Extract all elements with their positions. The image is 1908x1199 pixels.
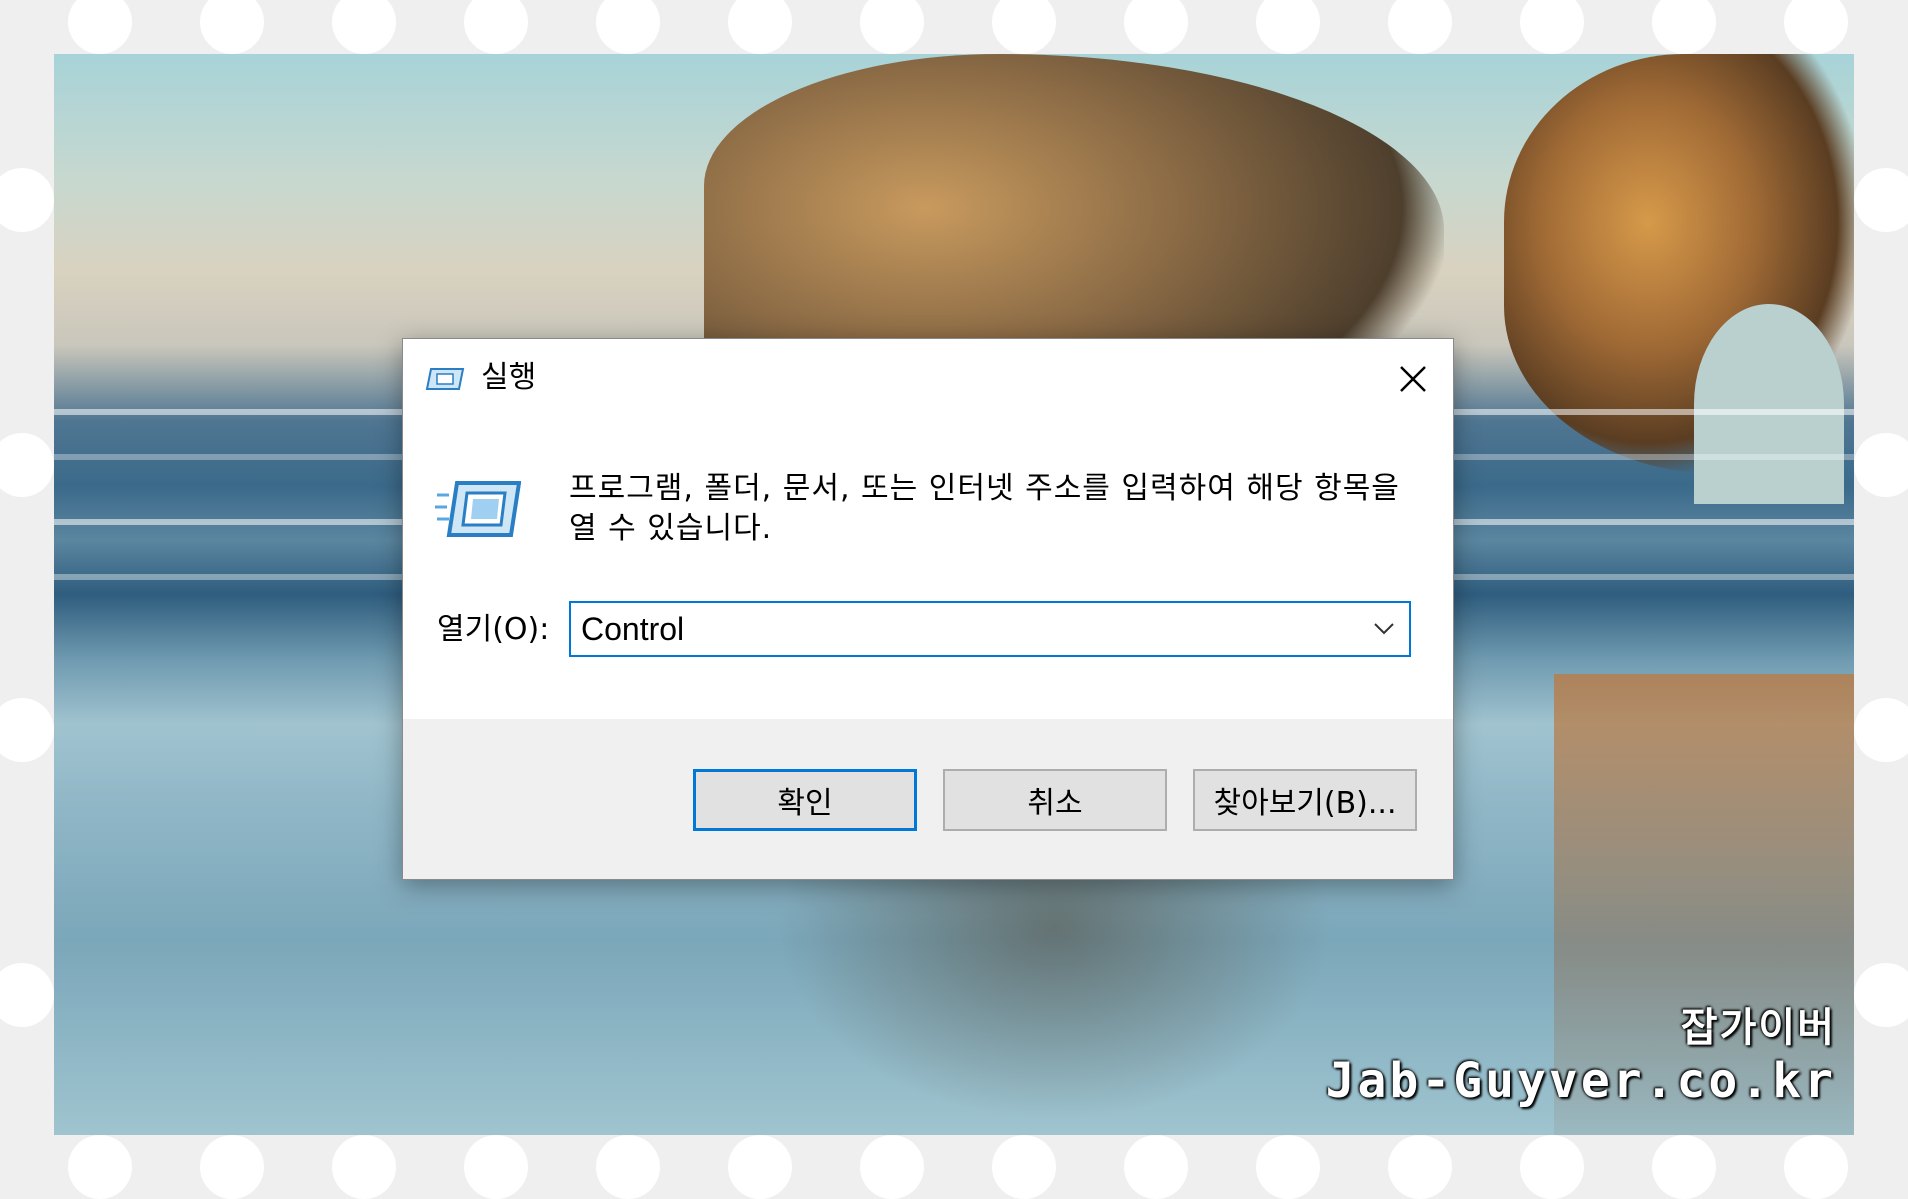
chevron-down-icon	[1374, 623, 1394, 635]
stamp-dot	[1652, 0, 1716, 54]
stamp-dot	[0, 433, 54, 497]
stamp-dot	[68, 0, 132, 54]
close-button[interactable]	[1373, 339, 1453, 419]
stamp-dot	[68, 1135, 132, 1199]
stamp-dot	[596, 1135, 660, 1199]
stamp-dot	[1854, 963, 1908, 1027]
arch-opening	[1694, 304, 1844, 504]
run-dialog: 실행 프로그램, 폴더, 문서, 또는 인터넷 주소를 입력하여 해당 항목을 …	[402, 338, 1454, 880]
close-icon	[1400, 366, 1426, 392]
stamp-dot	[1520, 0, 1584, 54]
open-label: 열기(O):	[437, 612, 550, 647]
stamp-dot	[0, 963, 54, 1027]
stamp-dot	[1124, 0, 1188, 54]
stamp-dot	[1854, 698, 1908, 762]
stamp-dot	[1256, 1135, 1320, 1199]
stamp-dot	[332, 0, 396, 54]
dialog-title: 실행	[481, 360, 537, 395]
title-bar[interactable]: 실행	[403, 339, 1453, 419]
stamp-dot	[1388, 0, 1452, 54]
stamp-dot	[1784, 0, 1848, 54]
open-combobox[interactable]: Control	[569, 601, 1411, 657]
ok-button[interactable]: 확인	[693, 769, 917, 831]
button-bar: 확인 취소 찾아보기(B)...	[403, 719, 1453, 879]
stamp-dot	[0, 698, 54, 762]
stamp-dot	[992, 1135, 1056, 1199]
browse-button[interactable]: 찾아보기(B)...	[1193, 769, 1417, 831]
open-input[interactable]: Control	[581, 603, 684, 655]
rock-reflection	[754, 874, 1354, 1135]
watermark-url: Jab-Guyver.co.kr	[1325, 1053, 1836, 1109]
dialog-description: 프로그램, 폴더, 문서, 또는 인터넷 주소를 입력하여 해당 항목을 열 수…	[569, 471, 1400, 546]
run-icon	[425, 368, 465, 390]
stamp-dot	[1854, 433, 1908, 497]
cancel-button[interactable]: 취소	[943, 769, 1167, 831]
stamp-dot	[464, 0, 528, 54]
stamp-dot	[1652, 1135, 1716, 1199]
stamp-dot	[1124, 1135, 1188, 1199]
stamp-dot	[200, 0, 264, 54]
stamp-dot	[596, 0, 660, 54]
stamp-dot	[728, 1135, 792, 1199]
stamp-dot	[0, 168, 54, 232]
stamp-dot	[1784, 1135, 1848, 1199]
stamp-dot	[200, 1135, 264, 1199]
watermark-korean: 잡가이버	[1680, 1005, 1836, 1051]
stamp-dot	[860, 0, 924, 54]
stamp-dot	[728, 0, 792, 54]
dropdown-button[interactable]	[1359, 603, 1409, 655]
stamp-dot	[464, 1135, 528, 1199]
stamp-dot	[1520, 1135, 1584, 1199]
run-icon	[435, 481, 521, 537]
stamp-dot	[332, 1135, 396, 1199]
stamp-dot	[992, 0, 1056, 54]
stamp-dot	[860, 1135, 924, 1199]
stamp-dot	[1388, 1135, 1452, 1199]
watermark: 잡가이버 Jab-Guyver.co.kr	[1326, 995, 1836, 1109]
stamp-dot	[1256, 0, 1320, 54]
stamp-dot	[1854, 168, 1908, 232]
